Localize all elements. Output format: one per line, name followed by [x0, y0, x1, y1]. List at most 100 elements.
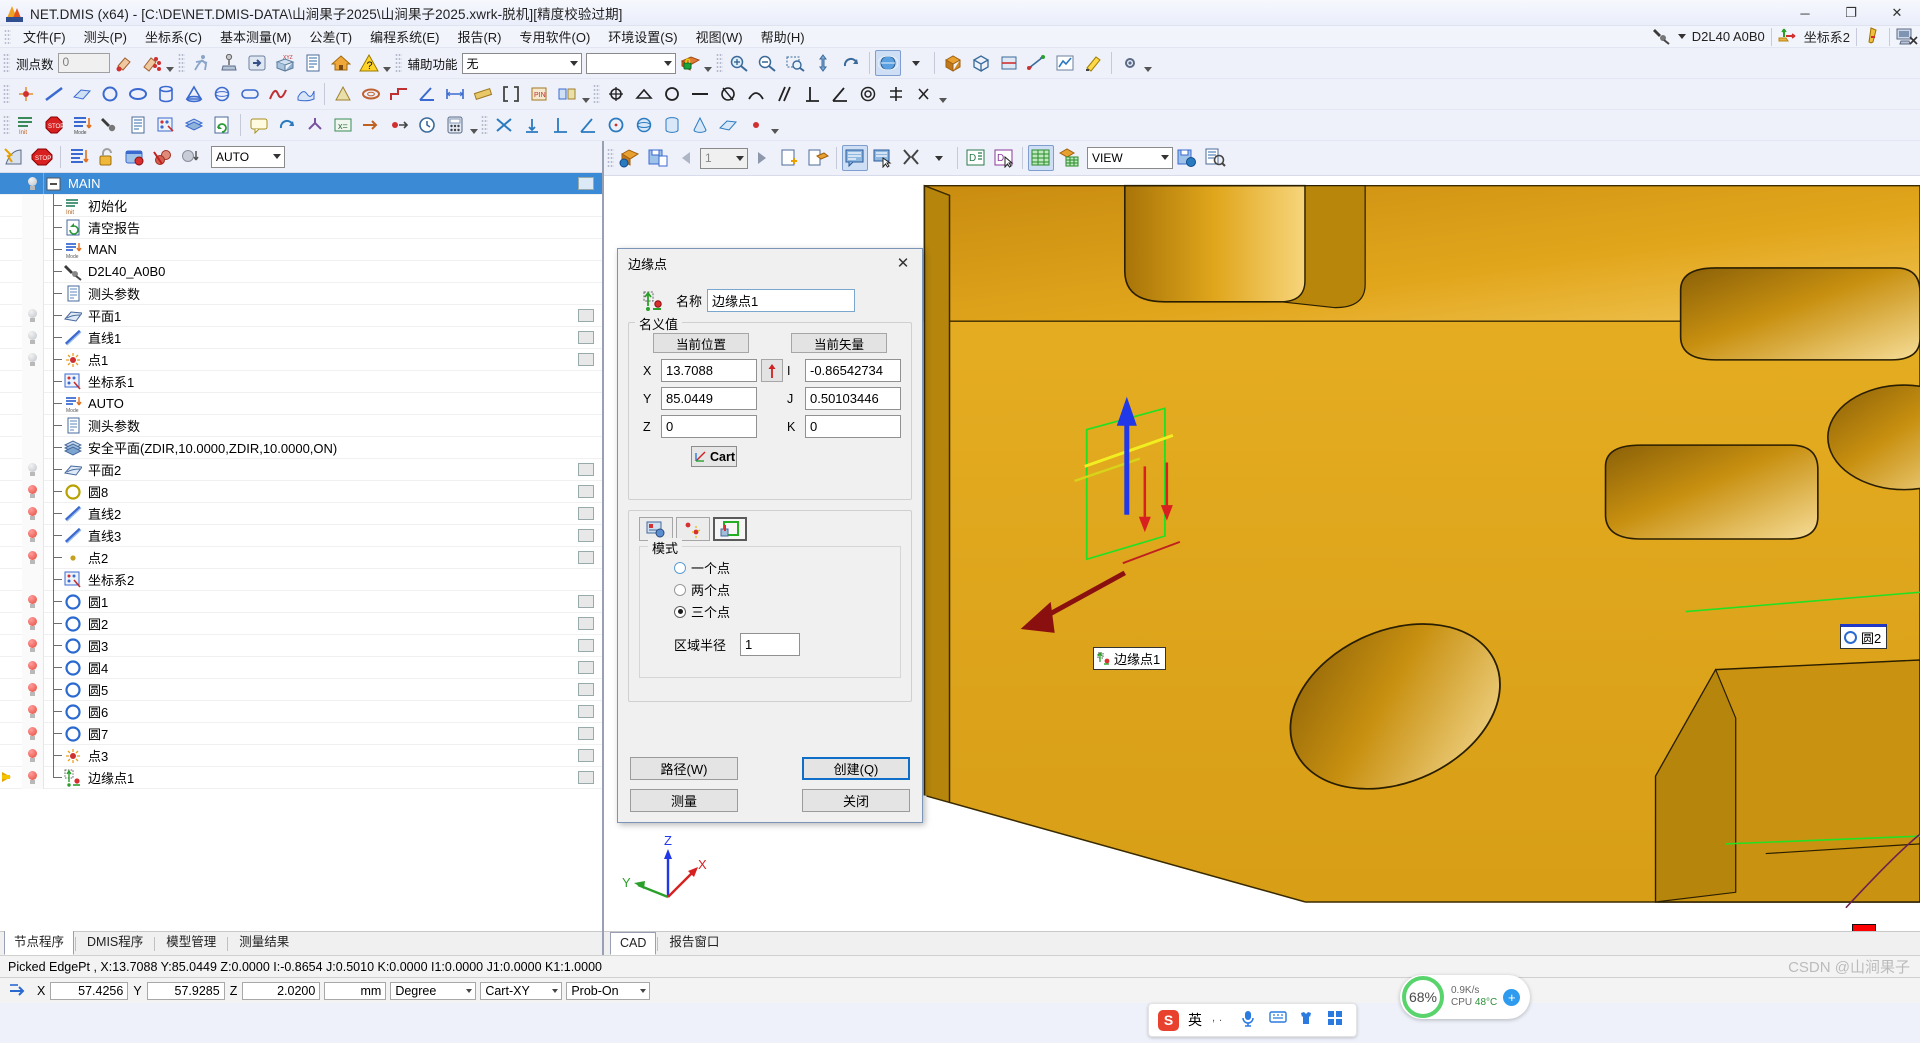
- tree-row-status-bulb[interactable]: [22, 722, 44, 745]
- execution-mode-combo[interactable]: AUTO: [211, 145, 285, 168]
- tree-node-坐标系1[interactable]: 坐标系1: [0, 369, 602, 394]
- section-view-button[interactable]: [996, 50, 1022, 76]
- keyboard-icon[interactable]: [1269, 1010, 1289, 1030]
- probe-params-button[interactable]: [300, 50, 326, 76]
- init-program-button[interactable]: Init: [13, 112, 39, 138]
- tol-straightness-button[interactable]: [687, 81, 713, 107]
- surface-feature-button[interactable]: [293, 81, 319, 107]
- close-dialog-button[interactable]: 关闭: [802, 789, 910, 812]
- cone-shape-button[interactable]: [330, 81, 356, 107]
- tree-node-点3[interactable]: 点3: [0, 743, 602, 768]
- tree-row-status-bulb[interactable]: [22, 634, 44, 657]
- skin-icon[interactable]: [1298, 1010, 1318, 1030]
- toolbar-overflow-1[interactable]: [166, 50, 175, 76]
- probe-params-tree-button[interactable]: [125, 112, 151, 138]
- menu-coordsys[interactable]: 坐标系(C): [136, 25, 211, 48]
- ime-apps-icon[interactable]: [1327, 1010, 1347, 1030]
- move-point-button[interactable]: [386, 112, 412, 138]
- view-cube-button[interactable]: [874, 50, 901, 76]
- menu-tolerance[interactable]: 公差(T): [301, 25, 362, 48]
- variable-button[interactable]: x=: [330, 112, 356, 138]
- tree-node-圆7[interactable]: 圆7: [0, 721, 602, 746]
- toolbar-grip[interactable]: [394, 53, 402, 73]
- warning-help-button[interactable]: ?: [356, 50, 382, 76]
- collapse-button[interactable]: [178, 144, 204, 170]
- tree-row-status-bulb[interactable]: [22, 766, 44, 789]
- point-feature-button[interactable]: [13, 81, 39, 107]
- tree-row-status-bulb[interactable]: [22, 546, 44, 569]
- open-model-button[interactable]: [617, 145, 643, 171]
- step-feature-button[interactable]: [386, 81, 412, 107]
- ruler-button[interactable]: [470, 81, 496, 107]
- tree-node-status-box[interactable]: [578, 749, 594, 762]
- construct-plane-button[interactable]: [715, 112, 741, 138]
- tree-row-status-bulb[interactable]: [22, 612, 44, 635]
- radio-two-points[interactable]: [674, 583, 686, 596]
- tree-node-MAN[interactable]: Mode MAN: [0, 237, 602, 262]
- tree-node-status-box[interactable]: [578, 661, 594, 674]
- tree-node-直线2[interactable]: 直线2: [0, 501, 602, 526]
- wait-button[interactable]: [414, 112, 440, 138]
- dialog-name-input[interactable]: 边缘点1: [707, 289, 856, 312]
- annotation-panel-button[interactable]: [842, 145, 868, 171]
- tree-node-status-box[interactable]: [578, 639, 594, 652]
- vec-i-input[interactable]: -0.86542734: [805, 359, 901, 382]
- tab-model-management[interactable]: 模型管理: [156, 927, 226, 955]
- microphone-icon[interactable]: [1240, 1010, 1260, 1030]
- cylinder-feature-button[interactable]: [153, 81, 179, 107]
- tree-node-status-box[interactable]: [578, 529, 594, 542]
- pan-button[interactable]: [810, 50, 836, 76]
- toolbar-grip[interactable]: [3, 115, 10, 135]
- mirror-dropdown-button[interactable]: [926, 145, 952, 171]
- toolbar-overflow-2[interactable]: [383, 50, 392, 76]
- wireframe-button[interactable]: [968, 50, 994, 76]
- tol-angularity-button[interactable]: [827, 81, 853, 107]
- toolbar-grip[interactable]: [3, 53, 10, 73]
- path-button[interactable]: 路径(W): [630, 757, 738, 780]
- tree-node-测头参数[interactable]: 测头参数: [0, 413, 602, 438]
- step-mode-button[interactable]: [66, 144, 92, 170]
- pos-y-input[interactable]: 85.0449: [661, 387, 757, 410]
- vector-direction-button[interactable]: [761, 359, 783, 382]
- tab-measure-results[interactable]: 测量结果: [229, 927, 299, 955]
- construct-cone-button[interactable]: [687, 112, 713, 138]
- xyz-box-button[interactable]: XYZ: [272, 50, 298, 76]
- toolbar-overflow-4[interactable]: [1144, 50, 1153, 76]
- maximize-button[interactable]: ❐: [1828, 0, 1874, 26]
- shade-model-button[interactable]: [940, 50, 966, 76]
- construct-intersect-button[interactable]: [491, 112, 517, 138]
- tree-row-status-bulb[interactable]: [22, 480, 44, 503]
- tree-node-边缘点1[interactable]: 边缘点1: [0, 765, 602, 789]
- menu-special-software[interactable]: 专用软件(O): [511, 25, 600, 48]
- tree-node-测头参数[interactable]: 测头参数: [0, 281, 602, 306]
- system-monitor-widget[interactable]: 68% 0.9K/s CPU 48°C +: [1400, 975, 1531, 1019]
- tree-row-status-bulb[interactable]: [22, 326, 44, 349]
- sogou-logo-icon[interactable]: S: [1158, 1009, 1179, 1031]
- tree-row-status-bulb[interactable]: [22, 568, 44, 591]
- toolbar-grip[interactable]: [177, 53, 185, 73]
- stop-program-button[interactable]: STOP: [41, 112, 67, 138]
- status-probe-state-combo[interactable]: Prob-On: [566, 981, 651, 1000]
- tree-row-status-bulb[interactable]: [22, 590, 44, 613]
- tol-cylindricity-button[interactable]: [715, 81, 741, 107]
- tree-row-status-bulb[interactable]: [22, 348, 44, 371]
- tree-node-清空报告[interactable]: 清空报告: [0, 215, 602, 240]
- tree-node-status-box[interactable]: [578, 507, 594, 520]
- menu-basic-measure[interactable]: 基本测量(M): [211, 25, 301, 48]
- tol-runout-button[interactable]: [911, 81, 937, 107]
- radio-three-points[interactable]: [674, 605, 686, 618]
- tree-node-AUTO[interactable]: Mode AUTO: [0, 391, 602, 416]
- tree-row-status-bulb[interactable]: [22, 678, 44, 701]
- settings-button[interactable]: [1117, 50, 1143, 76]
- mode-option-one-point[interactable]: 一个点: [674, 558, 894, 577]
- tree-row-status-bulb[interactable]: [22, 304, 44, 327]
- branch-button[interactable]: [302, 112, 328, 138]
- tree-node-status-box[interactable]: [578, 771, 594, 784]
- region-radius-input[interactable]: 1: [740, 633, 801, 656]
- tree-node-初始化[interactable]: Init 初始化: [0, 193, 602, 218]
- tree-node-圆2[interactable]: 圆2: [0, 611, 602, 636]
- tree-row-status-bulb[interactable]: [22, 194, 44, 217]
- vec-k-input[interactable]: 0: [805, 415, 901, 438]
- joystick-button[interactable]: [216, 50, 242, 76]
- dimension-button[interactable]: [442, 81, 468, 107]
